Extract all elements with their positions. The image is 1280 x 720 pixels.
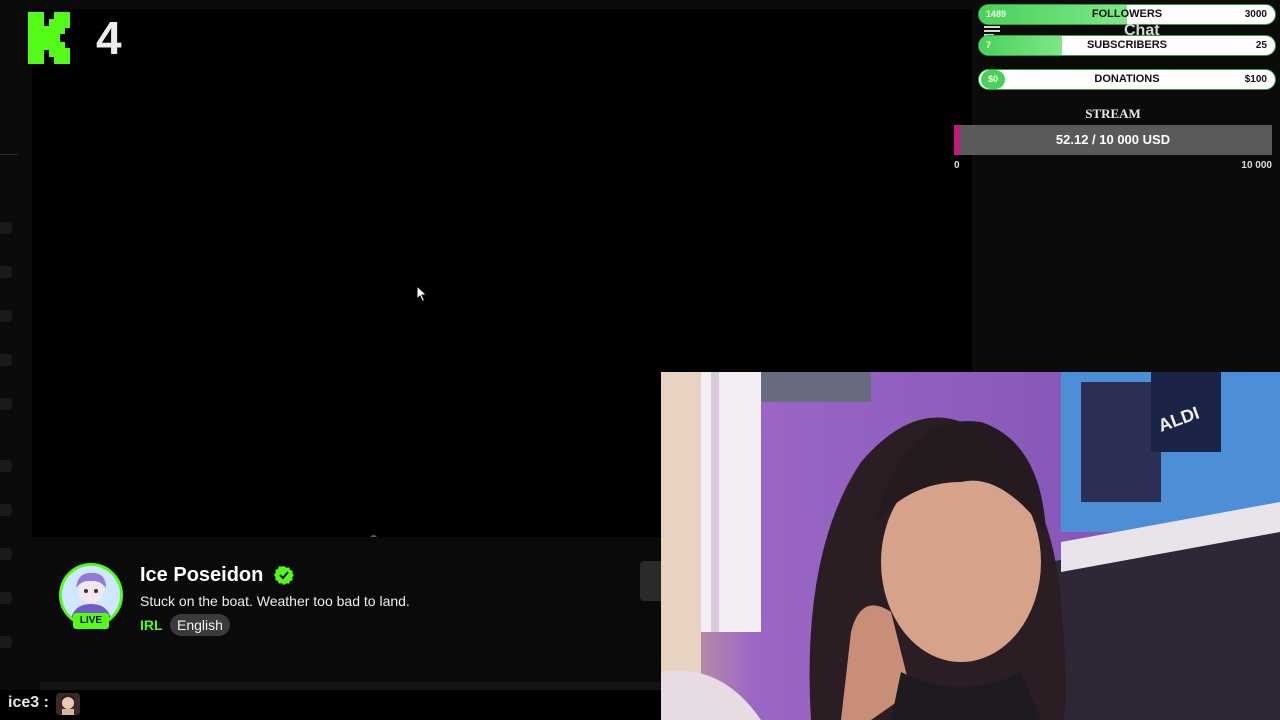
chat-message-row: [0, 690, 661, 720]
stream-title: Stuck on the boat. Weather too bad to la…: [140, 593, 410, 609]
left-rail: [0, 0, 32, 720]
rail-item[interactable]: [0, 548, 12, 560]
rail-item[interactable]: [0, 266, 12, 278]
rail-item[interactable]: [0, 310, 12, 322]
webcam-feed: ALDI: [661, 372, 1280, 720]
webcam-image: ALDI: [661, 372, 1280, 720]
chat-emote-icon: [56, 693, 80, 715]
rail-item[interactable]: [0, 636, 12, 648]
donations-max: $100: [1244, 74, 1267, 85]
rail-item[interactable]: [0, 398, 12, 410]
streamer-name[interactable]: Ice Poseidon: [140, 564, 263, 587]
kick-logo-icon: [28, 12, 70, 64]
subscribers-label: SUBSCRIBERS: [1086, 39, 1168, 51]
category-link[interactable]: IRL: [140, 617, 163, 633]
divider: [40, 682, 661, 690]
verified-icon: [274, 566, 294, 585]
donations-goal-bar: $0 DONATIONS $100: [978, 69, 1276, 90]
rail-item[interactable]: [0, 460, 12, 472]
subscribers-goal-bar: 7 SUBSCRIBERS 25: [978, 35, 1276, 56]
donations-label: DONATIONS: [1094, 73, 1160, 85]
stream-goal-max: 10 000: [1241, 160, 1272, 171]
chat-username[interactable]: ice3 :: [8, 694, 49, 712]
stream-goal-bar: 52.12 / 10 000 USD: [954, 125, 1272, 155]
rail-item[interactable]: [0, 354, 12, 366]
stream-goal-title: STREAM: [1085, 106, 1141, 121]
mouse-cursor-icon: [416, 285, 428, 303]
stream-goal-text: 52.12 / 10 000 USD: [1055, 132, 1171, 147]
live-badge: LIVE: [73, 613, 109, 629]
rail-item[interactable]: [0, 592, 12, 604]
rail-divider: [0, 154, 18, 155]
top-strip: [32, 0, 972, 9]
followers-max: 3000: [1244, 9, 1267, 20]
side-panel-button[interactable]: [640, 561, 662, 601]
channel-number-badge: 4: [96, 12, 122, 64]
rail-item[interactable]: [0, 504, 12, 516]
rail-item[interactable]: [0, 222, 12, 234]
stream-goal-min: 0: [954, 160, 960, 171]
language-tag[interactable]: English: [170, 614, 230, 636]
subscribers-max: 25: [1255, 40, 1267, 51]
